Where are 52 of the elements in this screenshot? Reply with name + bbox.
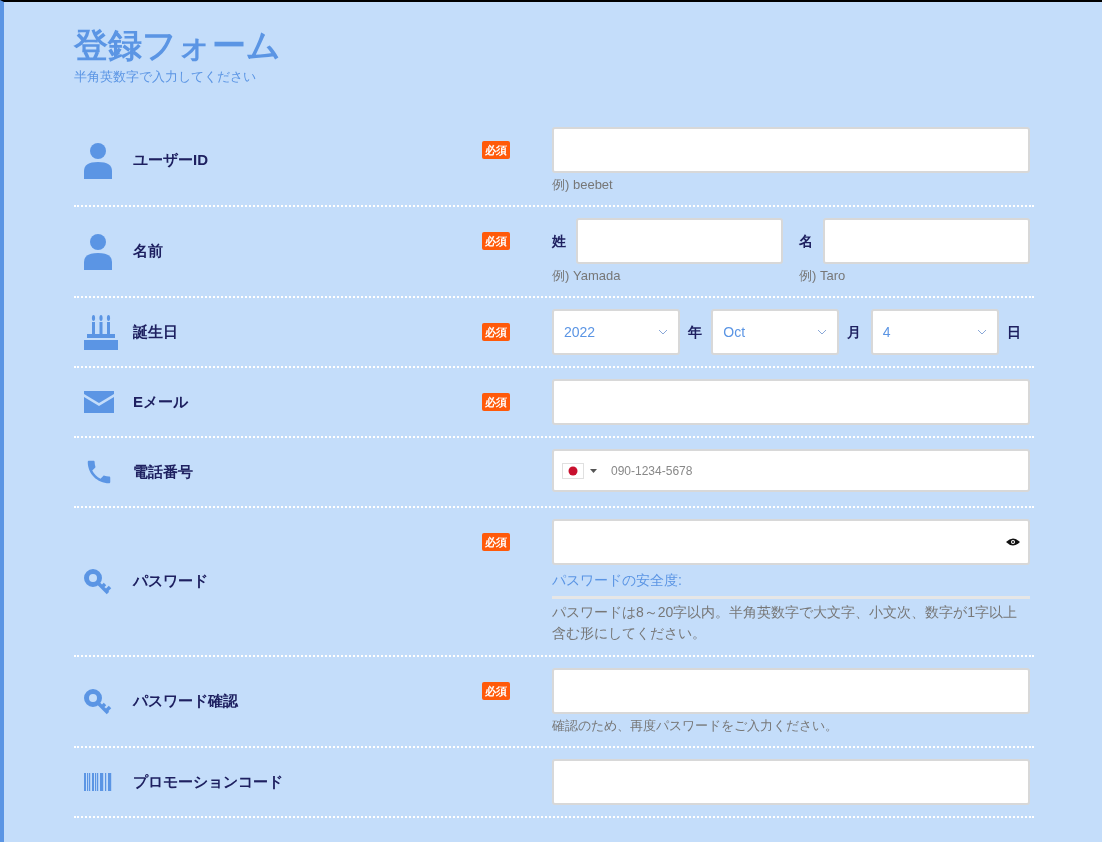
field-label: パスワード (133, 571, 209, 592)
person-icon (84, 142, 112, 179)
input-field[interactable] (823, 218, 1030, 264)
field-label: 電話番号 (133, 461, 194, 482)
form-title: 登録フォーム (74, 24, 282, 67)
phone-field[interactable]: 090-1234-5678 (552, 449, 1030, 492)
input-field[interactable] (552, 127, 1030, 173)
input-field[interactable] (552, 379, 1030, 425)
chevron-down-icon (976, 329, 987, 335)
envelope-icon (84, 391, 114, 413)
field-label: ユーザーID (133, 150, 209, 171)
input-field[interactable] (552, 759, 1030, 805)
barcode-icon (84, 773, 112, 791)
hint-text: パスワードは8～20字以内。半角英数字で大文字、小文次、数字が1字以上含む形にしてください。 (552, 603, 1019, 643)
person-icon (84, 233, 112, 270)
field-label: 名 (799, 231, 813, 251)
key-icon (84, 568, 112, 595)
field-label: プロモーションコード (133, 771, 284, 792)
select-dropdown[interactable]: 4 (870, 309, 999, 355)
hint-text: 確認のため、再度パスワードをご入力ください。 (552, 717, 839, 735)
input-field[interactable] (552, 668, 1030, 714)
field-label: パスワード確認 (133, 691, 239, 712)
unit-label: 年 (688, 322, 702, 342)
required-badge: 必須 (482, 533, 510, 551)
chevron-down-icon (658, 329, 668, 335)
cake-icon (84, 314, 118, 350)
key-icon (84, 688, 112, 715)
required-badge: 必須 (482, 393, 510, 411)
input-field[interactable] (576, 218, 783, 264)
required-badge: 必須 (482, 682, 510, 700)
hint-text: 例) beebet (552, 176, 614, 194)
field-label: Eメール (133, 391, 189, 412)
strength-label: パスワードの安全度: (552, 571, 683, 590)
form-subtitle: 半角英数字で入力してください (74, 68, 257, 86)
field-label: 誕生日 (133, 321, 179, 342)
field-label: 名前 (133, 241, 164, 262)
chevron-down-icon (817, 329, 828, 335)
password-field[interactable] (552, 519, 1030, 565)
select-dropdown[interactable]: 2022 (552, 309, 680, 355)
required-badge: 必須 (482, 141, 510, 159)
field-label: 姓 (552, 231, 566, 251)
required-badge: 必須 (482, 323, 510, 341)
select-dropdown[interactable]: Oct (711, 309, 840, 355)
unit-label: 月 (847, 322, 862, 342)
hint-text: 例) Yamada (552, 267, 622, 285)
hint-text: 例) Taro (799, 267, 847, 285)
eye-icon[interactable] (1006, 537, 1020, 547)
phone-number-input[interactable]: 090-1234-5678 (611, 461, 1020, 480)
unit-label: 日 (1006, 322, 1021, 342)
flag-icon (562, 462, 584, 479)
required-badge: 必須 (482, 232, 510, 250)
caret-icon (590, 468, 597, 473)
